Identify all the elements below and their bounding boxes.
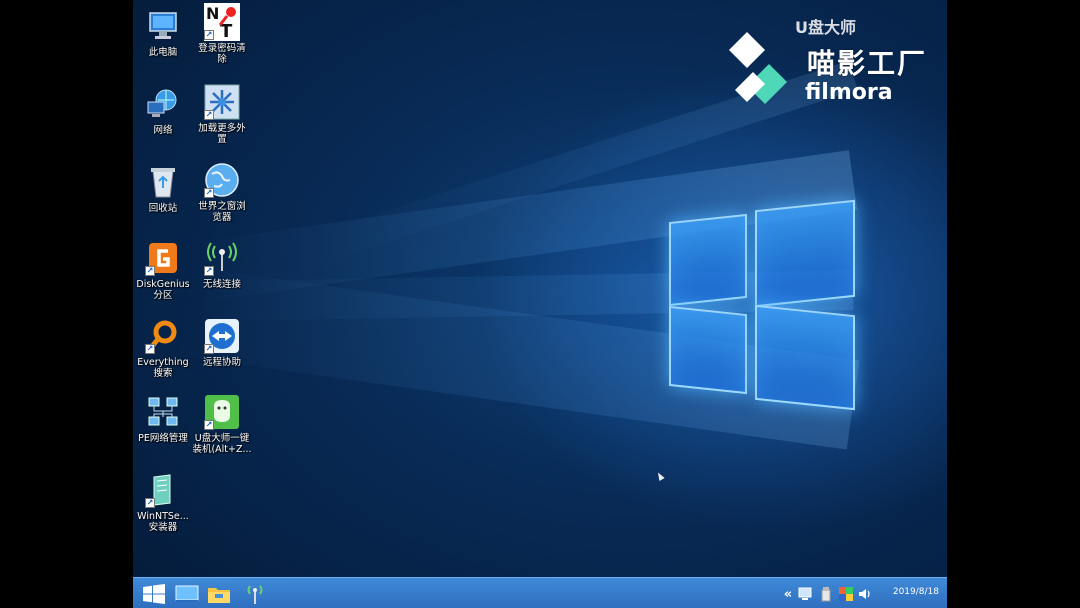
svg-text:N: N — [206, 4, 219, 23]
shortcut-arrow-icon: ↗ — [204, 344, 214, 354]
tray-network-button[interactable] — [797, 582, 815, 606]
video-watermark: U盘大师 喵影工厂 filmora — [725, 10, 1015, 110]
mouse-cursor-icon — [655, 471, 665, 481]
tray-usb-button[interactable] — [817, 582, 835, 606]
shortcut-arrow-icon: ↗ — [204, 420, 214, 430]
windows-logo-pane — [755, 304, 855, 411]
desktop-icon — [175, 585, 199, 602]
desktop-icon-diskgenius[interactable]: ↗ DiskGenius 分区 — [133, 240, 193, 301]
load-external-icon: ↗ — [204, 84, 240, 120]
filmora-logo-icon — [729, 32, 787, 104]
desktop-icon-everything[interactable]: ↗ Everything 搜索 — [133, 318, 193, 379]
taskbar-file-explorer-button[interactable] — [205, 582, 233, 606]
udashi-install-icon: ↗ — [204, 394, 240, 430]
color-app-icon — [839, 587, 853, 601]
nt-password-icon: NT ↗ — [204, 3, 240, 41]
desktop-icon-this-pc[interactable]: 此电脑 — [133, 8, 193, 58]
desktop-icon-browser[interactable]: ↗ 世界之窗浏 览器 — [192, 162, 252, 223]
taskbar: « 2019/8/18 — [133, 577, 947, 608]
folder-icon — [208, 588, 230, 603]
windows-logo-pane — [669, 305, 747, 395]
desktop-icon-network[interactable]: 网络 — [133, 86, 193, 136]
desktop-icon-load-external[interactable]: ↗ 加载更多外 置 — [192, 84, 252, 145]
tray-expand-button[interactable]: « — [781, 582, 795, 606]
pe-network-icon — [145, 394, 181, 430]
desktop-icon-pe-network[interactable]: PE网络管理 — [133, 394, 193, 444]
start-button[interactable] — [139, 582, 169, 606]
computer-icon — [145, 8, 181, 44]
shortcut-arrow-icon: ↗ — [204, 266, 214, 276]
everything-search-icon: ↗ — [145, 318, 181, 354]
usb-drive-icon — [821, 587, 831, 602]
desktop-icon-recycle-bin[interactable]: 回收站 — [133, 164, 193, 214]
taskbar-clock[interactable]: 2019/8/18 — [893, 587, 939, 597]
shortcut-arrow-icon: ↗ — [204, 30, 214, 40]
recycle-bin-icon — [145, 164, 181, 200]
udashi-watermark-text: U盘大师 — [795, 18, 856, 37]
shortcut-arrow-icon: ↗ — [145, 266, 155, 276]
speaker-icon — [859, 589, 870, 599]
windows-logo-pane — [669, 213, 747, 307]
taskbar-wireless-button[interactable] — [241, 582, 269, 606]
network-icon — [145, 86, 181, 122]
shortcut-arrow-icon: ↗ — [145, 498, 155, 508]
desktop-icon-remote-assist[interactable]: ↗ 远程协助 — [192, 318, 252, 368]
desktop-icon-password-clear[interactable]: NT ↗ 登录密码清 除 — [192, 3, 252, 65]
shortcut-arrow-icon: ↗ — [204, 188, 214, 198]
browser-globe-icon: ↗ — [204, 162, 240, 198]
diskgenius-icon: ↗ — [145, 240, 181, 276]
desktop-icon-winntsetup[interactable]: ↗ WinNTSe... 安装器 — [133, 472, 193, 533]
watermark-product: filmora — [805, 80, 893, 105]
winntsetup-icon: ↗ — [145, 472, 181, 508]
wireless-icon — [247, 585, 263, 604]
windows-logo-pane — [755, 199, 855, 308]
teamviewer-icon: ↗ — [204, 318, 240, 354]
watermark-brand: 喵影工厂 — [807, 47, 928, 80]
desktop-icon-wireless[interactable]: ↗ 无线连接 — [192, 240, 252, 290]
desktop-icon-udashi-install[interactable]: ↗ U盘大师一键 装机(Alt+Z... — [192, 394, 252, 455]
network-status-icon — [798, 587, 812, 600]
taskbar-desktop-button[interactable] — [173, 582, 201, 606]
wireless-icon: ↗ — [204, 240, 240, 276]
windows-start-icon — [143, 584, 165, 604]
tray-app-button[interactable] — [837, 582, 855, 606]
shortcut-arrow-icon: ↗ — [204, 110, 214, 120]
tray-speaker-button[interactable] — [857, 582, 875, 606]
shortcut-arrow-icon: ↗ — [145, 344, 155, 354]
